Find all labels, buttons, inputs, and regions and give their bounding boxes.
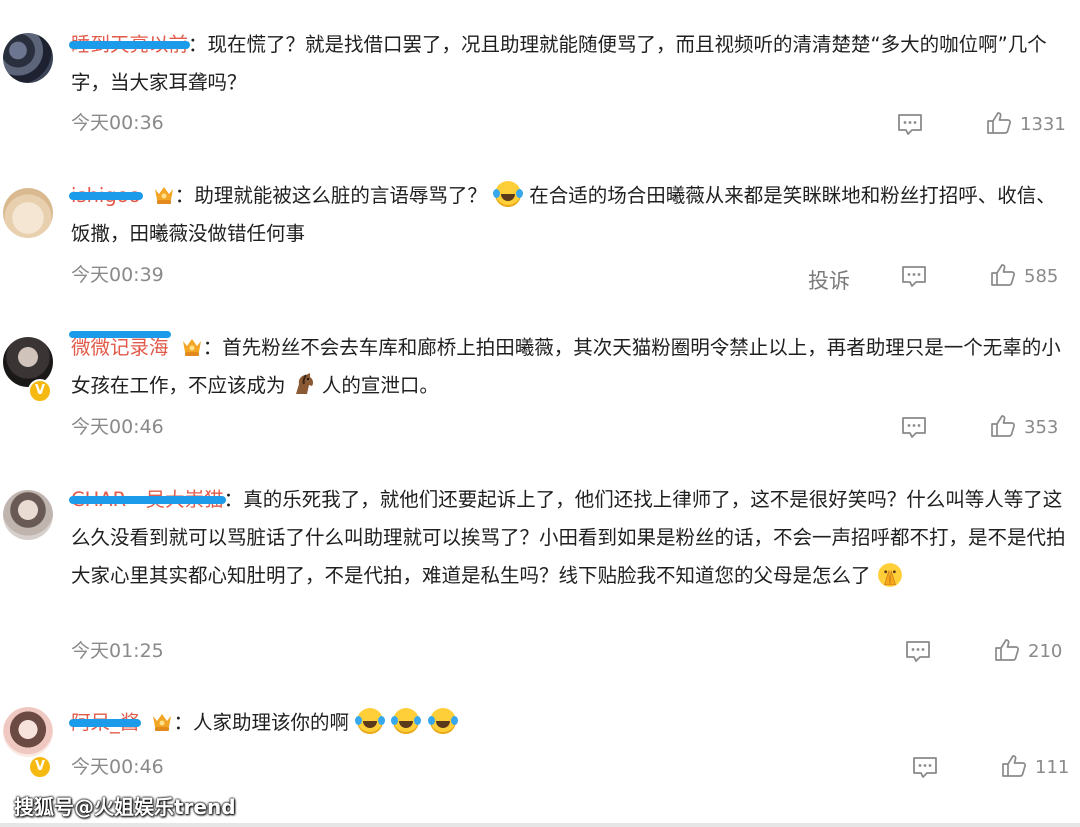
like-icon[interactable]	[990, 414, 1016, 438]
username-redaction	[69, 192, 143, 200]
username-redaction	[69, 496, 226, 504]
separator: ：	[174, 184, 195, 207]
comment-text: ishigoo ：助理就能被这么脏的言语辱骂了？ 在合适的场合田曦薇从来都是笑眯…	[69, 177, 1066, 253]
reply-icon[interactable]	[901, 265, 927, 289]
comment-text: 微微记录海 ：首先粉丝不会去车库和廊桥上拍田曦薇，其次天猫粉圈明令禁止以上，再者…	[69, 329, 1066, 405]
comment-time: 今天00:39	[71, 264, 164, 286]
separator: ：	[223, 488, 244, 511]
report-button[interactable]: 投诉	[808, 265, 850, 295]
separator: ：	[173, 711, 193, 734]
comment-time: 今天00:46	[71, 756, 164, 778]
username[interactable]: ishigoo	[69, 177, 143, 215]
like-icon[interactable]	[986, 111, 1012, 135]
reply-icon[interactable]	[901, 416, 927, 440]
username-redaction	[69, 331, 171, 338]
like-count: 210	[1028, 641, 1063, 662]
pray-emoji	[877, 563, 902, 587]
like-count: 111	[1035, 757, 1070, 778]
comment-text: CHAR—吴大崇猫：真的乐死我了，就他们还要起诉上了，他们还找上律师了，这不是很…	[69, 481, 1066, 595]
avatar[interactable]	[3, 33, 53, 83]
like-icon[interactable]	[1001, 754, 1027, 778]
username[interactable]: 微微记录海	[69, 329, 171, 367]
laugh-cry-emoji	[427, 708, 458, 734]
comment-time: 今天00:46	[71, 416, 164, 438]
comment-time: 今天01:25	[71, 640, 164, 662]
comment-text: 睡到天亮以前：现在慌了？就是找借口罢了，况且助理就能随便骂了，而且视频听的清清楚…	[69, 26, 1066, 102]
divider	[0, 823, 1080, 827]
like-icon[interactable]	[990, 263, 1016, 287]
laugh-cry-emoji	[391, 708, 422, 734]
reply-icon[interactable]	[897, 113, 923, 137]
comment-time: 今天00:36	[71, 112, 164, 134]
watermark: 搜狐号@火姐娱乐trend	[14, 795, 236, 819]
separator: ：	[188, 33, 208, 56]
comment-body: 人家助理该你的啊	[192, 711, 349, 734]
comment-text: 阿呆_酱 ：人家助理该你的啊	[69, 704, 1066, 742]
reply-icon[interactable]	[905, 640, 931, 664]
verified-badge-icon: V	[28, 379, 52, 403]
comment-body: 现在慌了？就是找借口罢了，况且助理就能随便骂了，而且视频听的清清楚楚“多大的咖位…	[71, 33, 1047, 94]
medal-icon	[182, 339, 201, 356]
comment-body-cont: 人的宣泄口。	[321, 374, 439, 397]
verified-badge-icon: V	[28, 755, 52, 779]
medal-icon	[153, 714, 172, 731]
avatar[interactable]	[3, 490, 53, 540]
comment-body: 助理就能被这么脏的言语辱骂了？	[194, 184, 487, 207]
username[interactable]: CHAR—吴大崇猫	[69, 481, 226, 519]
like-icon[interactable]	[994, 638, 1020, 662]
like-count: 353	[1024, 417, 1059, 438]
horse-emoji	[295, 373, 313, 394]
reply-icon[interactable]	[912, 756, 938, 780]
avatar[interactable]	[3, 188, 53, 238]
medal-icon	[154, 187, 173, 204]
avatar[interactable]	[3, 707, 53, 757]
laugh-cry-emoji	[493, 181, 524, 207]
username-redaction	[69, 41, 191, 49]
username[interactable]: 睡到天亮以前	[69, 26, 191, 64]
separator: ：	[202, 336, 223, 359]
laugh-cry-emoji	[355, 708, 386, 734]
username-redaction	[69, 719, 142, 727]
like-count: 585	[1024, 266, 1059, 287]
like-count: 1331	[1020, 114, 1066, 135]
username[interactable]: 阿呆_酱	[69, 704, 142, 742]
